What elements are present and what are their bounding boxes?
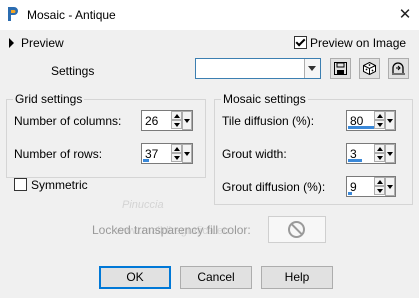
rows-label: Number of rows: — [14, 147, 103, 161]
grout-width-menu-arrow-icon[interactable] — [385, 144, 395, 163]
grid-settings-title: Grid settings — [13, 92, 85, 106]
grout-width-stepper[interactable]: 3 — [346, 143, 396, 164]
rows-down-arrow-icon[interactable] — [171, 153, 182, 162]
rows-up-arrow-icon[interactable] — [171, 144, 182, 153]
grout-diffusion-stepper[interactable]: 9 — [346, 176, 396, 197]
ok-button[interactable]: OK — [99, 266, 171, 289]
watermark-name: Pinuccia — [122, 199, 164, 211]
columns-label: Number of columns: — [14, 114, 122, 128]
grout-diffusion-up-arrow-icon[interactable] — [374, 177, 385, 186]
rows-menu-arrow-icon[interactable] — [182, 144, 192, 163]
app-icon — [8, 7, 18, 21]
preview-on-image-checkbox[interactable] — [294, 36, 307, 49]
no-color-icon — [288, 221, 305, 238]
symmetric-label[interactable]: Symmetric — [31, 178, 88, 192]
columns-stepper[interactable]: 26 — [141, 110, 193, 131]
grout-width-level-bar — [348, 159, 362, 162]
tile-diffusion-label: Tile diffusion (%): — [222, 114, 315, 128]
help-button[interactable]: Help — [261, 266, 333, 289]
reset-icon — [392, 62, 405, 75]
rows-stepper[interactable]: 37 — [141, 143, 193, 164]
columns-down-arrow-icon[interactable] — [171, 120, 182, 129]
grout-diffusion-level-bar — [348, 192, 352, 195]
window-title: Mosaic - Antique — [27, 8, 116, 22]
tile-diffusion-up-arrow-icon[interactable] — [374, 111, 385, 120]
settings-label: Settings — [51, 64, 95, 78]
grout-diffusion-label: Grout diffusion (%): — [222, 180, 326, 194]
expand-arrow-icon[interactable] — [9, 38, 14, 48]
fill-color-swatch[interactable] — [268, 216, 326, 243]
settings-dropdown[interactable] — [195, 58, 321, 79]
mosaic-settings-title: Mosaic settings — [221, 92, 308, 106]
reset-button[interactable] — [388, 58, 409, 79]
symmetric-checkbox[interactable] — [14, 178, 27, 191]
chevron-down-icon[interactable] — [304, 59, 320, 78]
grout-width-up-arrow-icon[interactable] — [374, 144, 385, 153]
preview-on-image-label[interactable]: Preview on Image — [310, 36, 406, 50]
grout-width-down-arrow-icon[interactable] — [374, 153, 385, 162]
grout-diffusion-down-arrow-icon[interactable] — [374, 186, 385, 195]
fill-color-label: Locked transparency fill color: — [92, 223, 251, 237]
preview-toggle[interactable]: Preview — [21, 36, 64, 50]
columns-up-arrow-icon[interactable] — [171, 111, 182, 120]
save-preset-button[interactable] — [330, 58, 351, 79]
title-bar: Mosaic - Antique ✕ — [0, 0, 419, 30]
cancel-button[interactable]: Cancel — [180, 266, 252, 289]
tile-diffusion-down-arrow-icon[interactable] — [374, 120, 385, 129]
tile-diffusion-stepper[interactable]: 80 — [346, 110, 396, 131]
save-icon — [334, 62, 347, 75]
rows-level-bar — [143, 159, 149, 162]
randomize-button[interactable] — [359, 58, 380, 79]
tile-diffusion-menu-arrow-icon[interactable] — [385, 111, 395, 130]
randomize-icon — [363, 62, 376, 75]
grout-diffusion-menu-arrow-icon[interactable] — [385, 177, 395, 196]
columns-menu-arrow-icon[interactable] — [182, 111, 192, 130]
close-button[interactable]: ✕ — [395, 5, 415, 25]
grout-width-label: Grout width: — [222, 147, 287, 161]
columns-value[interactable]: 26 — [145, 114, 158, 128]
